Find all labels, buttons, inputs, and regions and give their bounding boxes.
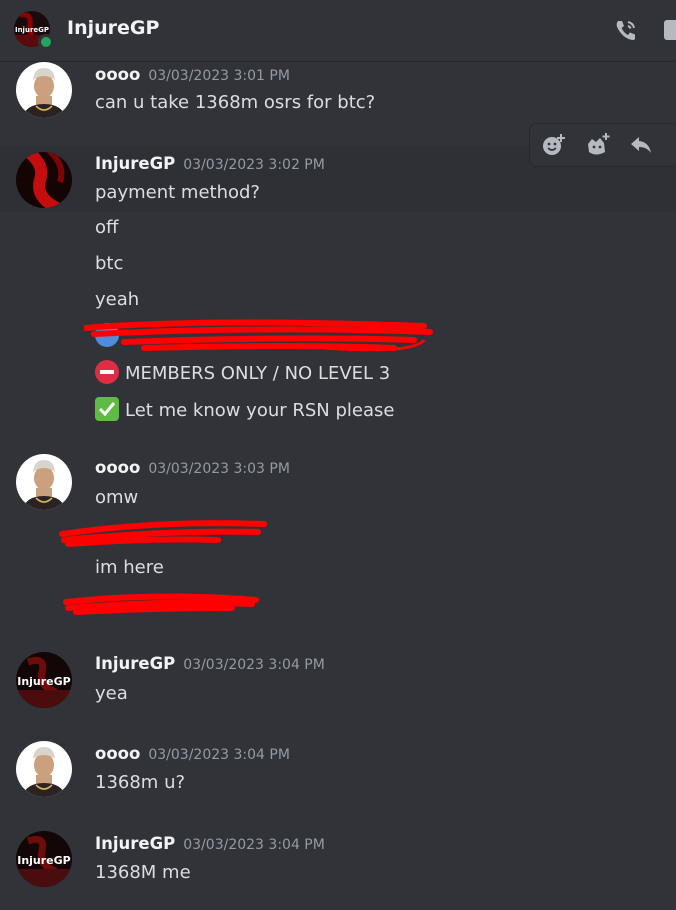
call-icon[interactable] — [612, 16, 640, 44]
message-author[interactable]: oooo 03/03/2023 3:01 PM — [95, 65, 290, 84]
more-icon[interactable] — [672, 132, 676, 158]
redaction-scribble — [59, 520, 267, 547]
user-avatar[interactable] — [16, 152, 72, 208]
svg-text:InjureGP: InjureGP — [17, 854, 71, 867]
message-text: off — [95, 217, 119, 238]
user-avatar[interactable] — [16, 741, 72, 797]
message-text: btc — [95, 253, 124, 274]
message-timestamp: 03/03/2023 3:04 PM — [183, 837, 325, 853]
message-author[interactable]: oooo 03/03/2023 3:03 PM — [95, 458, 290, 477]
user-avatar[interactable]: InjureGP — [16, 831, 72, 887]
video-icon[interactable] — [664, 20, 676, 40]
no-entry-icon — [95, 360, 119, 384]
message-timestamp: 03/03/2023 3:03 PM — [148, 461, 290, 477]
user-avatar[interactable]: InjureGP — [16, 652, 72, 708]
reply-icon[interactable] — [628, 132, 654, 158]
online-status-icon — [38, 34, 54, 50]
super-reaction-icon[interactable] — [584, 132, 610, 158]
redaction-scribble — [63, 593, 259, 615]
message-actions-toolbar — [529, 123, 676, 167]
message-text: 1368M me — [95, 862, 191, 883]
message-author[interactable]: InjureGP 03/03/2023 3:02 PM — [95, 154, 325, 173]
channel-title: InjureGP — [67, 17, 160, 39]
message-text: MEMBERS ONLY / NO LEVEL 3 — [95, 360, 390, 384]
add-reaction-icon[interactable] — [540, 132, 566, 158]
message-text: omw — [95, 487, 139, 508]
message-timestamp: 03/03/2023 3:04 PM — [148, 747, 290, 763]
user-avatar[interactable] — [16, 62, 72, 118]
channel-header: InjureGP InjureGP — [0, 0, 676, 62]
check-mark-icon — [95, 397, 119, 421]
message-text: im here — [95, 557, 164, 578]
message-text: can u take 1368m osrs for btc? — [95, 92, 376, 113]
message-timestamp: 03/03/2023 3:01 PM — [148, 68, 290, 84]
user-avatar[interactable] — [16, 454, 72, 510]
message-text: yea — [95, 683, 128, 704]
svg-text:InjureGP: InjureGP — [15, 26, 49, 34]
message-author[interactable]: InjureGP 03/03/2023 3:04 PM — [95, 654, 325, 673]
message-author[interactable]: oooo 03/03/2023 3:04 PM — [95, 744, 290, 763]
message-text: payment method? — [95, 182, 260, 203]
message-timestamp: 03/03/2023 3:04 PM — [183, 657, 325, 673]
message-text: Let me know your RSN please — [95, 397, 394, 421]
message-text: 1368m u? — [95, 772, 186, 793]
message-author[interactable]: InjureGP 03/03/2023 3:04 PM — [95, 834, 325, 853]
redaction-scribble — [84, 319, 433, 352]
message-timestamp: 03/03/2023 3:02 PM — [183, 157, 325, 173]
svg-text:InjureGP: InjureGP — [17, 675, 71, 688]
message-text: yeah — [95, 289, 140, 310]
